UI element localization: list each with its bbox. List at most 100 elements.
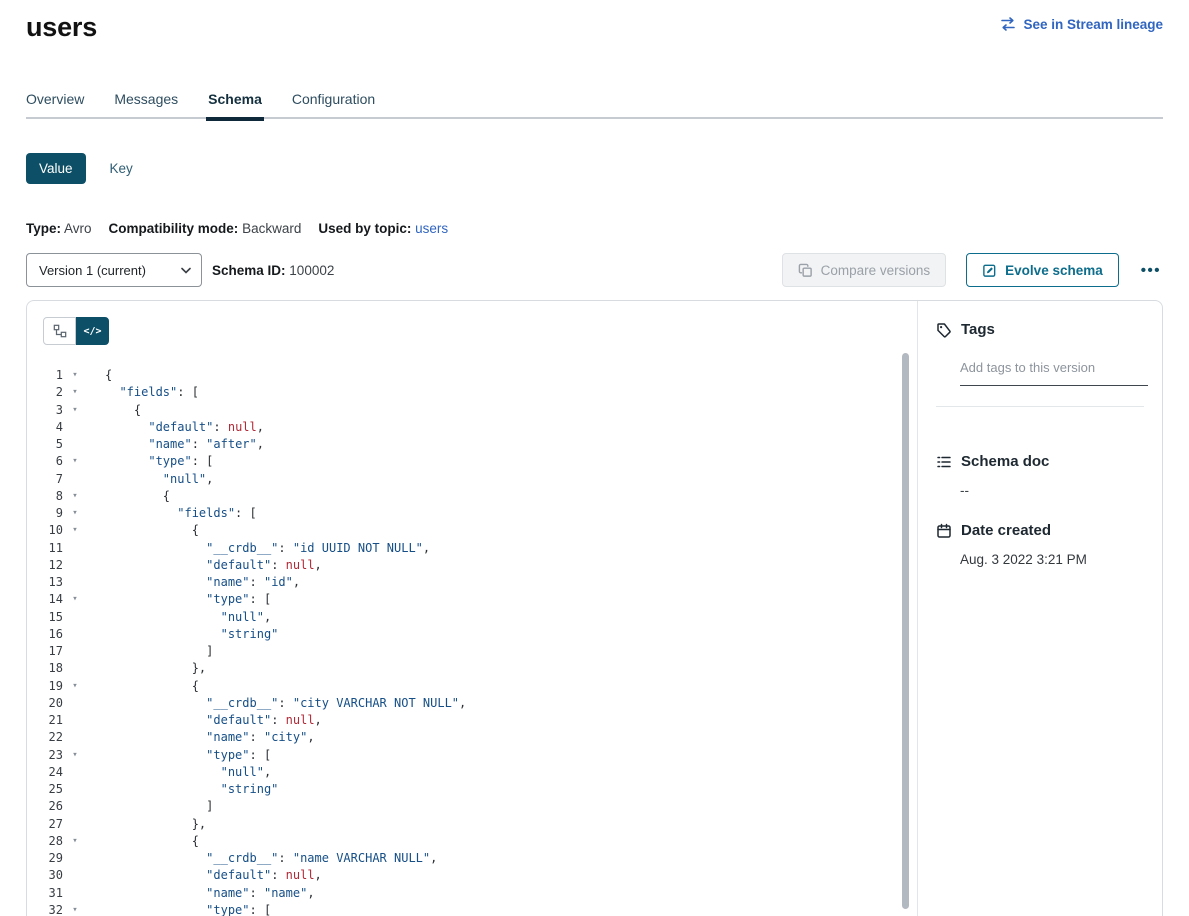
fold-caret-icon[interactable]: ▾ [69, 453, 81, 470]
code-line: 2▾ "fields": [ [43, 384, 917, 401]
tags-title: Tags [961, 321, 995, 338]
code-text: "default": null, [105, 419, 264, 436]
fold-caret-icon[interactable]: ▾ [69, 522, 81, 539]
tab-configuration[interactable]: Configuration [292, 91, 375, 107]
evolve-schema-button[interactable]: Evolve schema [966, 253, 1119, 287]
sidebar-divider [936, 406, 1144, 407]
tab-bar: Overview Messages Schema Configuration [26, 91, 1163, 119]
code-line: 12 "default": null, [43, 557, 917, 574]
code-text: "name": "name", [105, 885, 315, 902]
code-line: 4 "default": null, [43, 419, 917, 436]
line-number: 11 [43, 540, 63, 557]
code-text: "default": null, [105, 712, 322, 729]
fold-caret-icon[interactable]: ▾ [69, 488, 81, 505]
line-number: 6 [43, 453, 63, 470]
fold-spacer [69, 574, 81, 591]
code-text: { [105, 367, 112, 384]
code-line: 28▾ { [43, 833, 917, 850]
code-text: "default": null, [105, 867, 322, 884]
code-text: "default": null, [105, 557, 322, 574]
code-line: 14▾ "type": [ [43, 591, 917, 608]
line-number: 30 [43, 867, 63, 884]
code-line: 18 }, [43, 660, 917, 677]
code-line: 10▾ { [43, 522, 917, 539]
fold-caret-icon[interactable]: ▾ [69, 747, 81, 764]
line-number: 10 [43, 522, 63, 539]
code-line: 31 "name": "name", [43, 885, 917, 902]
fold-caret-icon[interactable]: ▾ [69, 902, 81, 916]
tab-messages[interactable]: Messages [114, 91, 178, 107]
fold-spacer [69, 436, 81, 453]
calendar-icon [936, 523, 952, 539]
fold-caret-icon[interactable]: ▾ [69, 402, 81, 419]
more-options-button[interactable]: ••• [1139, 262, 1163, 279]
compatibility-group: Compatibility mode: Backward [109, 221, 302, 236]
value-toggle-button[interactable]: Value [26, 153, 86, 184]
schema-id-value: 100002 [289, 263, 334, 278]
tree-view-icon [53, 324, 67, 338]
code-line: 32▾ "type": [ [43, 902, 917, 916]
topic-schema-page: users See in Stream lineage Overview Mes… [0, 0, 1189, 916]
fold-spacer [69, 557, 81, 574]
topic-link[interactable]: users [415, 221, 448, 236]
version-actions: Compare versions Evolve schema ••• [782, 253, 1163, 287]
line-number: 15 [43, 609, 63, 626]
tree-view-button[interactable] [43, 317, 76, 345]
schema-meta-row: Type: Avro Compatibility mode: Backward … [26, 221, 1163, 236]
key-toggle-button[interactable]: Key [110, 161, 133, 176]
fold-spacer [69, 729, 81, 746]
line-number: 18 [43, 660, 63, 677]
date-created-title: Date created [961, 522, 1051, 539]
editor-view-toggle: </> [43, 317, 109, 345]
tab-schema[interactable]: Schema [208, 91, 262, 107]
stream-lineage-icon [1000, 16, 1016, 32]
code-text: "type": [ [105, 902, 271, 916]
editor-scrollbar[interactable] [902, 353, 909, 909]
fold-spacer [69, 660, 81, 677]
fold-caret-icon[interactable]: ▾ [69, 367, 81, 384]
code-view-button[interactable]: </> [76, 317, 109, 345]
stream-lineage-link[interactable]: See in Stream lineage [1000, 16, 1163, 32]
tags-section-header: Tags [936, 321, 1144, 338]
schema-id-group: Schema ID: 100002 [212, 263, 334, 278]
tab-overview[interactable]: Overview [26, 91, 84, 107]
code-text: "__crdb__": "id UUID NOT NULL", [105, 540, 430, 557]
code-line: 11 "__crdb__": "id UUID NOT NULL", [43, 540, 917, 557]
line-number: 19 [43, 678, 63, 695]
type-group: Type: Avro [26, 221, 92, 236]
stream-lineage-label: See in Stream lineage [1023, 17, 1163, 32]
code-text: "name": "city", [105, 729, 315, 746]
fold-caret-icon[interactable]: ▾ [69, 833, 81, 850]
compatibility-label: Compatibility mode: [109, 221, 239, 236]
code-text: "__crdb__": "name VARCHAR NULL", [105, 850, 437, 867]
code-line: 5 "name": "after", [43, 436, 917, 453]
fold-spacer [69, 850, 81, 867]
fold-spacer [69, 643, 81, 660]
fold-caret-icon[interactable]: ▾ [69, 384, 81, 401]
fold-spacer [69, 712, 81, 729]
code-text: ] [105, 798, 213, 815]
code-line: 23▾ "type": [ [43, 747, 917, 764]
fold-caret-icon[interactable]: ▾ [69, 591, 81, 608]
code-line: 16 "string" [43, 626, 917, 643]
code-text: "null", [105, 471, 213, 488]
compatibility-value: Backward [242, 221, 301, 236]
fold-caret-icon[interactable]: ▾ [69, 505, 81, 522]
version-select[interactable]: Version 1 (current) [26, 253, 202, 287]
fold-spacer [69, 695, 81, 712]
compare-versions-button[interactable]: Compare versions [782, 253, 947, 287]
add-tags-input[interactable] [960, 360, 1148, 386]
code-line: 21 "default": null, [43, 712, 917, 729]
code-line: 17 ] [43, 643, 917, 660]
line-number: 14 [43, 591, 63, 608]
code-line: 26 ] [43, 798, 917, 815]
code-line: 7 "null", [43, 471, 917, 488]
line-number: 26 [43, 798, 63, 815]
fold-spacer [69, 816, 81, 833]
line-number: 25 [43, 781, 63, 798]
code-text: "type": [ [105, 453, 213, 470]
fold-spacer [69, 626, 81, 643]
date-created-section: Date created Aug. 3 2022 3:21 PM [936, 522, 1144, 567]
code-text: "__crdb__": "city VARCHAR NOT NULL", [105, 695, 466, 712]
fold-caret-icon[interactable]: ▾ [69, 678, 81, 695]
